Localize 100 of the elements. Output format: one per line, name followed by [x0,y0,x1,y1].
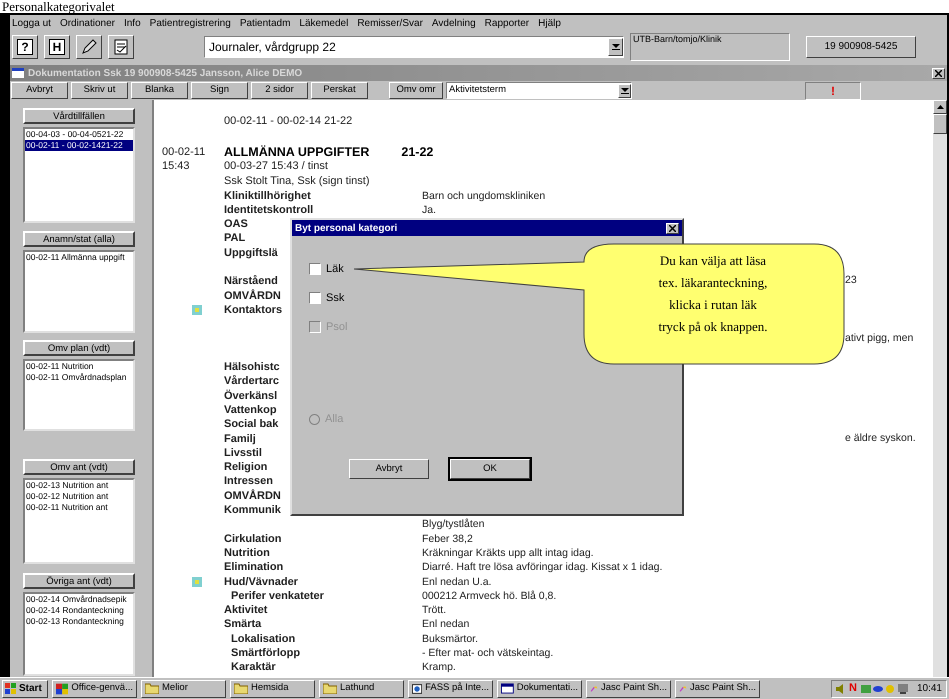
menu-item[interactable]: Remisser/Svar [357,16,423,30]
toolbar-button[interactable]: 2 sidor [251,82,308,99]
area-button[interactable]: Omv omr [389,82,443,99]
field-value: 23 [845,273,857,288]
category-checkbox[interactable]: Ssk [309,290,344,306]
list-item[interactable]: 00-02-11 Nutrition ant [25,502,133,513]
list-header-button[interactable]: Vårdtillfällen [23,108,135,124]
entry-date: 15:43 [162,159,190,174]
folder-icon [234,683,248,694]
entry-text: 00-03-27 15:43 / tinst [224,159,328,174]
field-label: Identitetskontroll [224,204,314,216]
menu-item[interactable]: Logga ut [12,16,51,30]
field-label: Vårdertarc [224,375,280,388]
office-icon [56,682,68,694]
field-label: Nutrition [224,546,270,559]
field-value: - Efter mat- och vätskeintag. [422,647,554,660]
period-text: 00-02-11 - 00-02-14 21-22 [224,115,352,127]
close-button[interactable] [666,222,679,234]
menu-item[interactable]: Rapporter [484,16,530,30]
dialog-button[interactable]: OK [450,459,530,479]
menu-item[interactable]: Info [124,16,141,30]
window-icon [12,68,24,78]
book-button[interactable]: ? [12,34,38,58]
field-label: Vattenkop [224,404,277,416]
taskbar-button[interactable]: Dokumentati... [497,680,582,698]
list-item[interactable]: 00-02-11 Nutrition [25,361,133,372]
list-item[interactable]: 00-02-11 Allmänna uppgift [25,252,133,263]
field-value: Trött. [422,604,446,616]
taskbar-button[interactable]: Jasc Paint Sh... [675,680,760,698]
list-item[interactable]: 00-04-03 - 00-04-0521-22 [25,129,133,140]
speaker-icon [836,684,846,694]
toolbar-button[interactable]: Skriv ut [71,82,128,99]
list-item[interactable]: 00-02-12 Nutrition ant [25,491,133,502]
field-value: ativt pigg, men [845,331,914,345]
patient-button[interactable]: 19 900908-5425 [806,36,916,58]
window-title: Dokumentation Ssk 19 900908-5425 Jansson, Alice DEMO [28,66,302,80]
list-item[interactable]: 00-02-11 Omvårdnadsplan [25,372,133,383]
toolbar-button[interactable]: Perskat [311,82,368,99]
menu-item[interactable]: Hjälp [538,16,561,30]
field-label: Lokalisation [231,632,296,645]
field-label: Kliniktillhörighet [224,190,311,202]
field-value: Enl nedan U.a. [422,576,492,588]
field-label: Cirkulation [224,532,282,545]
taskbar-button[interactable]: Melior [141,680,226,698]
clock: 10:41 [916,682,942,696]
taskbar-button[interactable]: Lathund [319,680,404,698]
field-value: Feber 38,2 [422,532,473,545]
menu-item[interactable]: Läkemedel [299,16,348,30]
field-value: Kräkningar Kräkts upp allt intag idag. [422,546,594,559]
taskbar-button[interactable]: Hemsida [230,680,315,698]
field-label: Familj [224,432,256,445]
field-label: Smärtförlopp [231,647,300,660]
field-value: Kramp. [422,661,456,674]
menu-item[interactable]: Ordinationer [60,16,115,30]
checklist-button[interactable] [108,34,134,58]
windows-logo-icon [5,683,17,694]
field-value: Buksmärtor. [422,632,478,645]
field-label: OMVÅRDN [224,490,281,502]
list-header-button[interactable]: Anamn/stat (alla) [23,231,135,247]
list-item[interactable]: 00-02-14 Rondanteckning [25,605,133,616]
scroll-up-button[interactable] [933,100,947,114]
field-label: Kommunik [224,504,281,516]
taskbar-button[interactable]: FASS på Inte... [408,680,493,698]
book-button[interactable]: H [44,34,70,58]
list-item[interactable]: 00-02-14 Omvårdnadsepik [25,594,133,605]
field-label: OMVÅRDN [224,290,281,302]
window-icon [501,683,514,694]
list-item[interactable]: 00-02-11 - 00-02-1421-22 [25,140,133,151]
list-item[interactable]: 00-02-13 Nutrition ant [25,480,133,491]
close-icon [935,70,942,76]
scroll-thumb[interactable] [933,114,947,134]
pencil-icon [80,38,98,56]
start-button[interactable]: Start [2,680,48,698]
alert-mark: ! [831,82,835,100]
folder-icon [145,683,159,694]
toolbar-button[interactable]: Sign [191,82,248,99]
list-header-button[interactable]: Omv plan (vdt) [23,340,135,356]
field-value: Enl nedan [422,618,470,630]
menu-item[interactable]: Patientadm [240,16,290,30]
dialog-button[interactable]: Avbryt [349,459,429,479]
menu-item[interactable]: Patientregistrering [150,16,231,30]
journal-dropdown[interactable]: Journaler, vårdgrupp 22 [204,36,624,58]
term-dropdown[interactable]: Aktivitetsterm [446,82,632,99]
field-label: Karaktär [231,661,276,674]
field-value: Ja. [422,204,436,216]
list-header-button[interactable]: Övriga ant (vdt) [23,573,135,589]
field-value: 000212 Armveck hö. Blå 0,8. [422,590,556,602]
taskbar-button[interactable]: Jasc Paint Sh... [586,680,671,698]
toolbar-button[interactable]: Blanka [131,82,188,99]
list-item[interactable]: 00-02-13 Rondanteckning [25,616,133,627]
field-label: Livsstil [224,446,262,459]
menu-item[interactable]: Avdelning [432,16,476,30]
category-checkbox[interactable]: Läk [309,261,344,277]
taskbar-button[interactable]: Office-genvä... [52,680,137,698]
list-header-button[interactable]: Omv ant (vdt) [23,459,135,475]
close-button[interactable] [932,68,945,78]
field-value: Blyg/tystlåten [422,518,484,530]
pencil-button[interactable] [76,34,102,58]
field-label: Aktivitet [224,604,268,616]
toolbar-button[interactable]: Avbryt [11,82,68,99]
